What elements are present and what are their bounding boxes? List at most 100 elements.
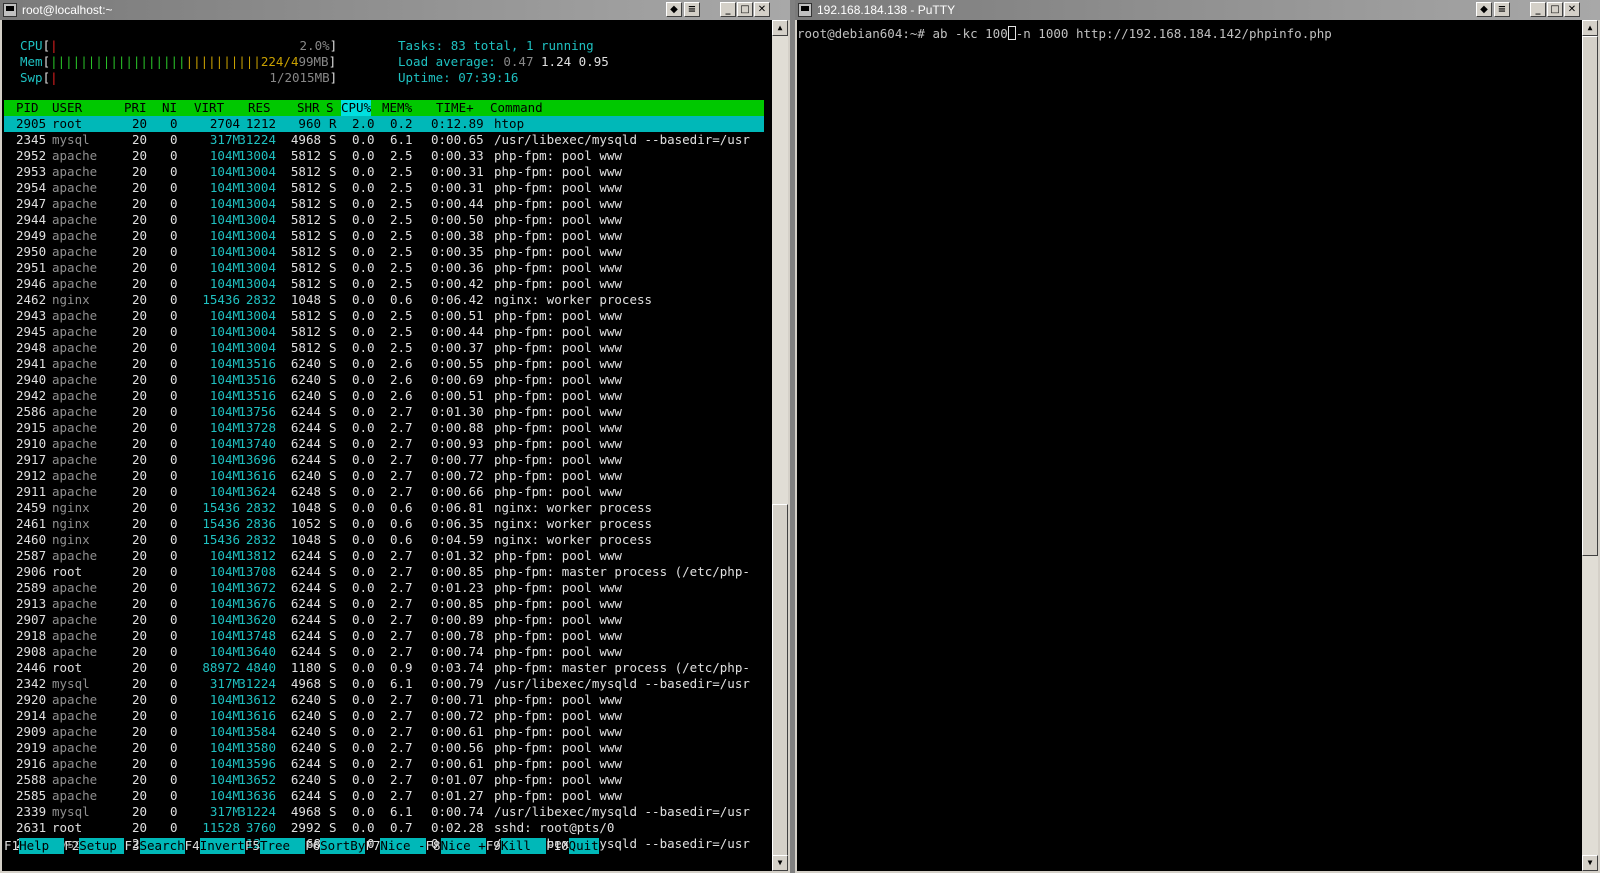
fkey-label-f8[interactable]: Nice +: [440, 838, 486, 854]
fkey-f9[interactable]: F9: [486, 838, 501, 854]
putty-title-bar[interactable]: 192.168.184.138 - PuTTY ◆ ≡ _ □ ✕: [795, 0, 1600, 20]
minimize-button[interactable]: _: [1530, 2, 1546, 17]
table-row[interactable]: 2912 apache 20 0 104M 13616 6240 S 0.0 2.7 0:00.72…: [4, 468, 764, 484]
fkey-label-f5[interactable]: Tree: [259, 838, 306, 854]
table-row[interactable]: 2461 nginx 20 0 15436 2836 1052 S 0.0 0.6 0:06.35 n…: [4, 516, 764, 532]
function-key-bar[interactable]: F1Help F2Setup F3SearchF4InvertF5Tree F6…: [4, 838, 764, 854]
col-pri[interactable]: PRI: [124, 100, 147, 116]
table-row[interactable]: 2916 apache 20 0 104M 13596 6244 S 0.0 2.7 0:00.61…: [4, 756, 764, 772]
table-row[interactable]: 2339 mysql 20 0 317M 31224 4968 S 0.0 6.1 0:00.74/…: [4, 804, 764, 820]
table-row[interactable]: 2942 apache 20 0 104M 13516 6240 S 0.0 2.6 0:00.51…: [4, 388, 764, 404]
col-state[interactable]: S: [326, 100, 334, 116]
table-row[interactable]: 2915 apache 20 0 104M 13728 6244 S 0.0 2.7 0:00.88…: [4, 420, 764, 436]
table-row[interactable]: 2586 apache 20 0 104M 13756 6244 S 0.0 2.7 0:01.30…: [4, 404, 764, 420]
table-row[interactable]: 2460 nginx 20 0 15436 2832 1048 S 0.0 0.6 0:04.59 n…: [4, 532, 764, 548]
col-pid[interactable]: PID: [16, 100, 39, 116]
fkey-label-f3[interactable]: Search: [139, 838, 185, 854]
fkey-f6[interactable]: F6: [305, 838, 320, 854]
table-row[interactable]: 2588 apache 20 0 104M 13652 6240 S 0.0 2.7 0:01.07…: [4, 772, 764, 788]
htop-title-bar[interactable]: root@localhost:~ ◆ ≡ _ □ ✕: [0, 0, 790, 20]
table-row[interactable]: 2589 apache 20 0 104M 13672 6244 S 0.0 2.7 0:01.23…: [4, 580, 764, 596]
col-time[interactable]: TIME+: [436, 100, 474, 116]
table-row[interactable]: 2907 apache 20 0 104M 13620 6244 S 0.0 2.7 0:00.89…: [4, 612, 764, 628]
table-row[interactable]: 2919 apache 20 0 104M 13580 6240 S 0.0 2.7 0:00.56…: [4, 740, 764, 756]
fkey-f10[interactable]: F10: [546, 838, 569, 854]
table-row[interactable]: 2587 apache 20 0 104M 13812 6244 S 0.0 2.7 0:01.32…: [4, 548, 764, 564]
fkey-f3[interactable]: F3: [124, 838, 139, 854]
putty-terminal[interactable]: root@debian604:~# ab -kc 100 -n 1000 http…: [797, 20, 1582, 871]
restore-split-icon[interactable]: ◆: [666, 2, 682, 17]
table-row[interactable]: 2909 apache 20 0 104M 13584 6240 S 0.0 2.7 0:00.61…: [4, 724, 764, 740]
fkey-label-f2[interactable]: Setup: [79, 838, 125, 854]
table-row[interactable]: 2944 apache 20 0 104M 13004 5812 S 0.0 2.5 0:00.50…: [4, 212, 764, 228]
fkey-f2[interactable]: F2: [64, 838, 79, 854]
scroll-up-icon[interactable]: ▲: [1582, 20, 1598, 36]
table-row[interactable]: 2905 root 20 0 2704 1212 960 R 2.0 0.2 0:12.89 htop: [4, 116, 764, 132]
table-row[interactable]: 2950 apache 20 0 104M 13004 5812 S 0.0 2.5 0:00.35…: [4, 244, 764, 260]
maximize-button[interactable]: □: [1547, 2, 1563, 17]
table-row[interactable]: 2946 apache 20 0 104M 13004 5812 S 0.0 2.5 0:00.42…: [4, 276, 764, 292]
table-row[interactable]: 2345 mysql 20 0 317M 31224 4968 S 0.0 6.1 0:00.65/…: [4, 132, 764, 148]
col-virt[interactable]: VIRT: [194, 100, 224, 116]
table-row[interactable]: 2913 apache 20 0 104M 13676 6244 S 0.0 2.7 0:00.85…: [4, 596, 764, 612]
table-row[interactable]: 2952 apache 20 0 104M 13004 5812 S 0.0 2.5 0:00.33…: [4, 148, 764, 164]
putty-icon[interactable]: [3, 3, 17, 17]
table-row[interactable]: 2948 apache 20 0 104M 13004 5812 S 0.0 2.5 0:00.37…: [4, 340, 764, 356]
fkey-label-f1[interactable]: Help: [19, 838, 65, 854]
table-row[interactable]: 2949 apache 20 0 104M 13004 5812 S 0.0 2.5 0:00.38…: [4, 228, 764, 244]
fkey-f5[interactable]: F5: [245, 838, 260, 854]
table-row[interactable]: 2941 apache 20 0 104M 13516 6240 S 0.0 2.6 0:00.55…: [4, 356, 764, 372]
putty-window[interactable]: 192.168.184.138 - PuTTY ◆ ≡ _ □ ✕ root@d…: [795, 0, 1600, 873]
table-row[interactable]: 2906 root 20 0 104M 13708 6244 S 0.0 2.7 0:00.85 ph…: [4, 564, 764, 580]
table-row[interactable]: 2918 apache 20 0 104M 13748 6244 S 0.0 2.7 0:00.78…: [4, 628, 764, 644]
process-table-header[interactable]: PID USER PRI NI VIRT RES SHR S CPU% MEM%…: [4, 100, 764, 116]
putty-icon[interactable]: [798, 3, 812, 17]
table-row[interactable]: 2954 apache 20 0 104M 13004 5812 S 0.0 2.5 0:00.31…: [4, 180, 764, 196]
col-res[interactable]: RES: [248, 100, 271, 116]
col-ni[interactable]: NI: [162, 100, 177, 116]
minimize-button[interactable]: _: [720, 2, 736, 17]
table-row[interactable]: 2462 nginx 20 0 15436 2832 1048 S 0.0 0.6 0:06.42 n…: [4, 292, 764, 308]
table-row[interactable]: 2953 apache 20 0 104M 13004 5812 S 0.0 2.5 0:00.31…: [4, 164, 764, 180]
table-row[interactable]: 2951 apache 20 0 104M 13004 5812 S 0.0 2.5 0:00.36…: [4, 260, 764, 276]
table-row[interactable]: 2910 apache 20 0 104M 13740 6244 S 0.0 2.7 0:00.93…: [4, 436, 764, 452]
table-row[interactable]: 2945 apache 20 0 104M 13004 5812 S 0.0 2.5 0:00.44…: [4, 324, 764, 340]
maximize-button[interactable]: □: [737, 2, 753, 17]
scroll-down-icon[interactable]: ▼: [1582, 855, 1598, 871]
menu-icon[interactable]: ≡: [1494, 2, 1510, 17]
close-button[interactable]: ✕: [1564, 2, 1580, 17]
process-list[interactable]: 2905 root 20 0 2704 1212 960 R 2.0 0.2 0:12.89 htop…: [4, 116, 764, 852]
fkey-label-f7[interactable]: Nice -: [380, 838, 426, 854]
table-row[interactable]: 2947 apache 20 0 104M 13004 5812 S 0.0 2.5 0:00.44…: [4, 196, 764, 212]
table-row[interactable]: 2914 apache 20 0 104M 13616 6240 S 0.0 2.7 0:00.72…: [4, 708, 764, 724]
fkey-f8[interactable]: F8: [426, 838, 441, 854]
table-row[interactable]: 2446 root 20 0 88972 4840 1180 S 0.0 0.9 0:03.74 ph…: [4, 660, 764, 676]
col-mem[interactable]: MEM%: [382, 100, 412, 116]
fkey-f7[interactable]: F7: [365, 838, 380, 854]
table-row[interactable]: 2342 mysql 20 0 317M 31224 4968 S 0.0 6.1 0:00.79/…: [4, 676, 764, 692]
table-row[interactable]: 2459 nginx 20 0 15436 2832 1048 S 0.0 0.6 0:06.81 n…: [4, 500, 764, 516]
htop-window[interactable]: root@localhost:~ ◆ ≡ _ □ ✕ CPU[| 2.0%] Me…: [0, 0, 790, 873]
restore-split-icon[interactable]: ◆: [1476, 2, 1492, 17]
table-row[interactable]: 2920 apache 20 0 104M 13612 6240 S 0.0 2.7 0:00.71…: [4, 692, 764, 708]
table-row[interactable]: 2943 apache 20 0 104M 13004 5812 S 0.0 2.5 0:00.51…: [4, 308, 764, 324]
fkey-label-f4[interactable]: Invert: [199, 838, 245, 854]
fkey-f1[interactable]: F1: [4, 838, 19, 854]
col-command[interactable]: Command: [490, 100, 543, 116]
col-shr[interactable]: SHR: [297, 100, 320, 116]
close-button[interactable]: ✕: [754, 2, 770, 17]
col-cpu[interactable]: CPU%: [341, 100, 372, 116]
col-user[interactable]: USER: [52, 100, 82, 116]
fkey-label-f9[interactable]: Kill: [500, 838, 546, 854]
table-row[interactable]: 2940 apache 20 0 104M 13516 6240 S 0.0 2.6 0:00.69…: [4, 372, 764, 388]
table-row[interactable]: 2908 apache 20 0 104M 13640 6244 S 0.0 2.7 0:00.74…: [4, 644, 764, 660]
fkey-f4[interactable]: F4: [185, 838, 200, 854]
table-row[interactable]: 2631 root 20 0 11528 3760 2992 S 0.0 0.7 0:02.28 ss…: [4, 820, 764, 836]
fkey-label-f10[interactable]: Quit: [568, 838, 599, 854]
putty-scrollbar[interactable]: ▲ ▼: [1582, 20, 1598, 871]
scroll-thumb[interactable]: [772, 504, 788, 856]
scroll-down-icon[interactable]: ▼: [772, 855, 788, 871]
table-row[interactable]: 2585 apache 20 0 104M 13636 6244 S 0.0 2.7 0:01.27…: [4, 788, 764, 804]
scroll-thumb[interactable]: [1582, 36, 1598, 556]
fkey-label-f6[interactable]: SortBy: [320, 838, 366, 854]
